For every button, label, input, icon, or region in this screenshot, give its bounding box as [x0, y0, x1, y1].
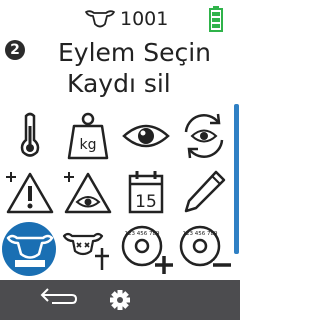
eye-cycle-icon: [184, 113, 224, 159]
back-arrow-icon: [40, 288, 78, 304]
action-edit[interactable]: [176, 166, 232, 218]
action-calendar[interactable]: 15: [118, 166, 174, 218]
action-thermometer[interactable]: [2, 110, 58, 162]
action-observation-warning[interactable]: [60, 166, 116, 218]
action-dead-animal[interactable]: [60, 224, 116, 276]
ear-tag-remove-icon: 123 456 789: [179, 225, 231, 269]
page-title: Eylem Seçin: [58, 38, 212, 67]
ear-tag-number: 123 456 789: [125, 231, 160, 237]
action-warning-add[interactable]: [2, 166, 58, 218]
battery-full-icon: [209, 6, 223, 32]
action-observe-repeat[interactable]: [176, 110, 232, 162]
action-add-tag[interactable]: 123 456 789: [118, 224, 174, 276]
thermometer-icon: [20, 112, 40, 157]
page-subtitle: Kaydı sil: [67, 69, 171, 98]
action-weight[interactable]: kg: [60, 110, 116, 162]
cow-head-icon: [85, 10, 115, 28]
eye-icon: [122, 124, 170, 148]
pencil-icon: [184, 170, 226, 213]
calendar-day-label: 15: [135, 192, 157, 212]
gear-icon: [110, 290, 130, 310]
ear-tag-add-icon: 123 456 789: [121, 225, 173, 274]
animal-id: 1001: [120, 8, 169, 30]
step-badge: 2: [5, 40, 25, 60]
cow-remove-icon: [6, 234, 54, 267]
back-button[interactable]: [30, 280, 90, 320]
settings-button[interactable]: [92, 280, 152, 320]
warning-plus-icon: [6, 172, 54, 214]
weight-kg-icon: kg: [67, 112, 109, 160]
scrollbar[interactable]: [234, 104, 239, 254]
ear-tag-number: 123 456 789: [183, 231, 218, 237]
weight-kg-label: kg: [80, 137, 97, 153]
cow-dead-icon: [62, 232, 109, 270]
calendar-icon: 15: [128, 171, 164, 214]
action-remove-animal[interactable]: [2, 224, 58, 276]
footer-bar: [0, 280, 240, 320]
action-remove-tag[interactable]: 123 456 789: [176, 224, 232, 276]
status-bar: 1001: [0, 0, 240, 38]
action-observe[interactable]: [118, 110, 174, 162]
eye-warning-plus-icon: [64, 172, 112, 214]
